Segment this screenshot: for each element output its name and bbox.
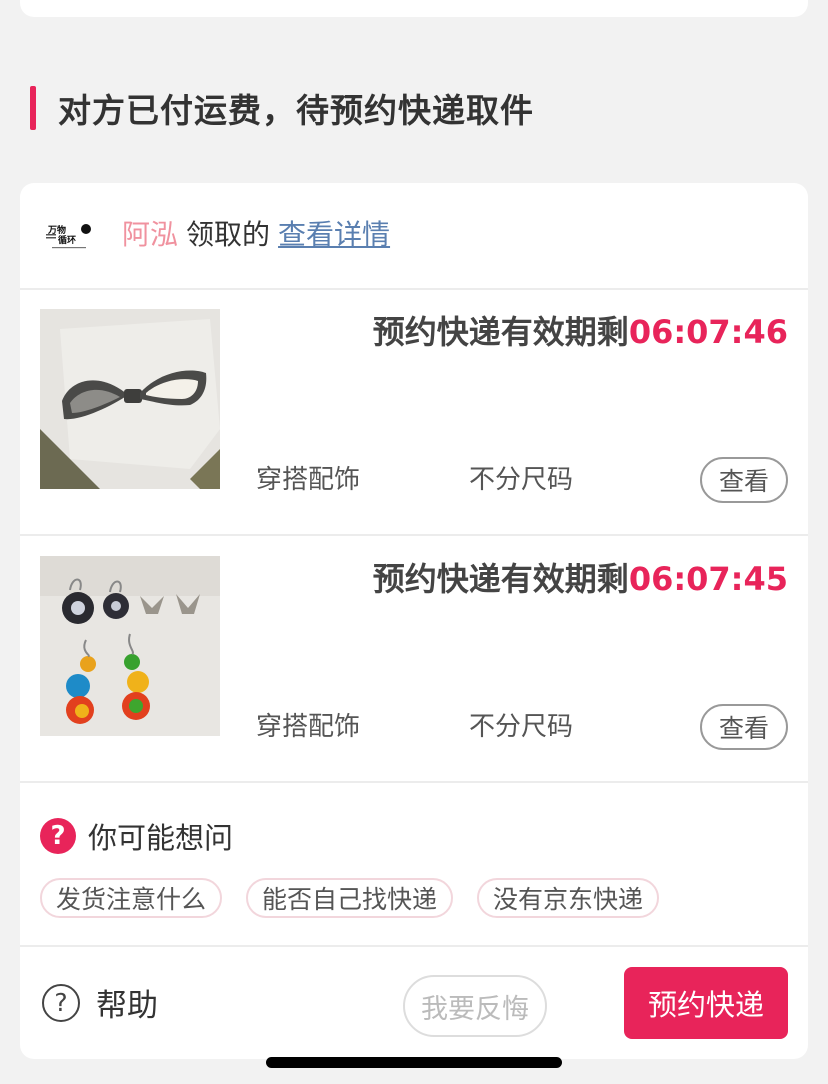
countdown-time: 06:07:46	[628, 313, 788, 351]
question-icon: ?	[40, 818, 76, 854]
faq-section: ? 你可能想问 发货注意什么 能否自己找快递 没有京东快递	[20, 783, 808, 945]
faq-header: ? 你可能想问	[40, 815, 233, 857]
earrings-photo-icon[interactable]	[40, 556, 220, 736]
brand-logo-icon: 万物 循环	[46, 224, 91, 249]
order-card: 万物 循环 阿泓 领取的 查看详情 预约快递有效期剩06:07:46 穿搭配饰 …	[20, 183, 808, 1059]
item-size: 不分尺码	[469, 465, 574, 495]
book-courier-button[interactable]: 预约快递	[624, 967, 788, 1039]
item-category: 穿搭配饰	[256, 712, 361, 742]
view-item-button[interactable]: 查看	[700, 704, 788, 750]
countdown-text: 预约快递有效期剩06:07:45	[373, 554, 788, 600]
countdown-text: 预约快递有效期剩06:07:46	[373, 307, 788, 353]
countdown-label: 预约快递有效期剩	[372, 560, 629, 598]
previous-card	[20, 0, 808, 17]
help-label: 帮助	[96, 988, 158, 1024]
item-row: 预约快递有效期剩06:07:45 穿搭配饰 不分尺码 查看	[20, 536, 808, 781]
faq-chip[interactable]: 发货注意什么	[40, 878, 223, 918]
item-category: 穿搭配饰	[256, 465, 361, 495]
countdown-label: 预约快递有效期剩	[372, 313, 629, 351]
countdown-time: 06:07:45	[628, 560, 788, 598]
faq-chip[interactable]: 能否自己找快递	[246, 878, 454, 918]
claimer-row: 万物 循环 阿泓 领取的 查看详情	[20, 183, 808, 288]
home-indicator[interactable]	[266, 1057, 562, 1068]
view-details-link[interactable]: 查看详情	[278, 213, 390, 253]
item-row: 预约快递有效期剩06:07:46 穿搭配饰 不分尺码 查看	[20, 289, 808, 534]
help-icon: ?	[42, 983, 80, 1022]
action-footer: ? 帮助 我要反悔 预约快递	[20, 947, 808, 1059]
item-size: 不分尺码	[469, 712, 574, 742]
faq-title: 你可能想问	[88, 821, 234, 855]
help-button[interactable]: ? 帮助	[42, 980, 158, 1025]
bow-brooch-photo-icon[interactable]	[40, 309, 220, 489]
claimer-line: 阿泓 领取的 查看详情	[122, 213, 390, 253]
faq-chip[interactable]: 没有京东快递	[477, 878, 660, 918]
claimer-action-text: 领取的	[186, 218, 271, 251]
view-item-button[interactable]: 查看	[700, 457, 788, 503]
svg-text:循环: 循环	[58, 234, 76, 246]
section-title: 对方已付运费，待预约快递取件	[58, 91, 534, 130]
section-header: 对方已付运费，待预约快递取件	[30, 86, 534, 130]
faq-chips: 发货注意什么 能否自己找快递 没有京东快递	[40, 878, 660, 918]
section-accent-bar	[30, 86, 36, 130]
claimer-name[interactable]: 阿泓	[122, 213, 178, 253]
regret-button[interactable]: 我要反悔	[403, 975, 547, 1037]
